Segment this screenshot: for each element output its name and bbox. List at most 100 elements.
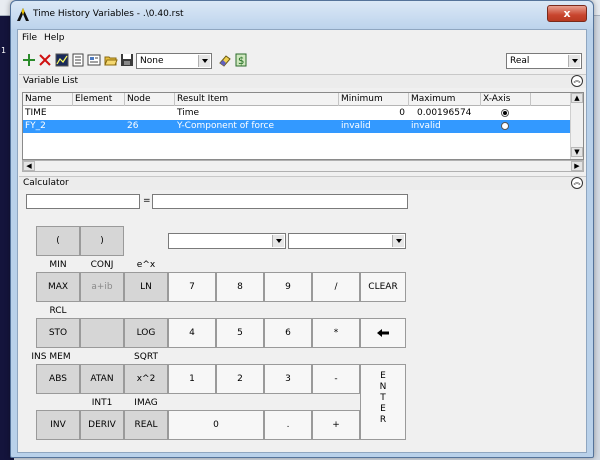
table-vertical-scrollbar[interactable]: ▲ ▼ <box>570 93 583 159</box>
enter-letter: N <box>379 382 387 392</box>
backspace-button[interactable] <box>360 318 406 348</box>
cell-minimum: invalid <box>341 121 371 131</box>
open-file-icon[interactable] <box>104 53 118 67</box>
add-variable-icon[interactable] <box>22 53 36 67</box>
chevron-down-icon <box>568 55 580 67</box>
enter-letter: R <box>379 415 387 425</box>
inv-button[interactable]: INV <box>36 410 80 440</box>
calculator-title: Calculator <box>23 178 69 188</box>
int1-label: INT1 <box>91 398 113 408</box>
list-data-icon[interactable] <box>71 53 85 67</box>
scroll-down-icon[interactable]: ▼ <box>571 147 583 157</box>
expression-input[interactable] <box>152 194 408 209</box>
digit-5-button[interactable]: 5 <box>216 318 264 348</box>
deriv-button[interactable]: DERIV <box>80 410 124 440</box>
column-header-name[interactable]: Name <box>23 93 73 106</box>
enter-letter: E <box>380 371 386 381</box>
column-header-result-item[interactable]: Result Item <box>175 93 339 106</box>
chevron-down-icon <box>198 55 210 67</box>
digit-2-button[interactable]: 2 <box>216 364 264 394</box>
digit-3-button[interactable]: 3 <box>264 364 312 394</box>
clear-eraser-icon[interactable] <box>218 53 232 67</box>
real-button[interactable]: REAL <box>124 410 168 440</box>
cell-result-item: Time <box>177 108 200 118</box>
scroll-up-icon[interactable]: ▲ <box>571 93 583 103</box>
result-name-input[interactable] <box>26 194 140 209</box>
open-paren-button[interactable]: ( <box>36 226 80 256</box>
blank-function-button[interactable] <box>80 318 124 348</box>
decimal-point-button[interactable]: . <box>264 410 312 440</box>
ins-mem-label: INS MEM <box>31 352 71 362</box>
variable-filter-select[interactable]: None <box>136 53 212 69</box>
cell-maximum: 0.00196574 <box>417 108 472 118</box>
digit-1-button[interactable]: 1 <box>168 364 216 394</box>
multiply-button[interactable]: * <box>312 318 360 348</box>
cell-name: FY_2 <box>25 121 46 131</box>
backspace-arrow-icon <box>377 328 389 337</box>
table-row-selected[interactable]: FY_2 26 Y-Component of force invalid inv… <box>23 120 571 133</box>
title-bar[interactable]: Time History Variables - .\0.40.rst x <box>11 1 593 29</box>
enter-letter: T <box>380 393 386 403</box>
divide-button[interactable]: / <box>312 272 360 302</box>
subtract-button[interactable]: - <box>312 364 360 394</box>
digit-7-button[interactable]: 7 <box>168 272 216 302</box>
digit-0-button[interactable]: 0 <box>168 410 264 440</box>
complex-mode-select[interactable]: Real <box>506 53 582 69</box>
cell-result-item: Y-Component of force <box>177 121 274 131</box>
x-axis-radio[interactable] <box>501 122 509 130</box>
min-label: MIN <box>49 260 67 270</box>
delete-variable-icon[interactable] <box>38 53 52 67</box>
menu-file[interactable]: File <box>22 33 37 43</box>
column-header-maximum[interactable]: Maximum <box>409 93 481 106</box>
scroll-left-icon[interactable]: ◀ <box>23 161 35 171</box>
rcl-label: RCL <box>49 306 67 316</box>
import-data-icon[interactable]: $ <box>234 53 248 67</box>
calc-variable-select[interactable] <box>168 233 286 249</box>
close-button[interactable]: x <box>547 5 587 22</box>
sto-button[interactable]: STO <box>36 318 80 348</box>
close-icon: x <box>563 7 571 20</box>
cell-minimum: 0 <box>399 108 405 118</box>
graph-data-icon[interactable] <box>55 53 69 67</box>
collapse-up-icon[interactable]: ︽ <box>571 75 583 87</box>
scroll-right-icon[interactable]: ▶ <box>571 161 583 171</box>
table-horizontal-scrollbar[interactable]: ◀ ▶ <box>22 160 584 172</box>
enter-button[interactable]: E N T E R <box>360 364 406 440</box>
abs-button[interactable]: ABS <box>36 364 80 394</box>
clear-button[interactable]: CLEAR <box>360 272 406 302</box>
digit-8-button[interactable]: 8 <box>216 272 264 302</box>
digit-9-button[interactable]: 9 <box>264 272 312 302</box>
save-icon[interactable] <box>120 53 134 67</box>
max-button[interactable]: MAX <box>36 272 80 302</box>
menu-help[interactable]: Help <box>44 33 65 43</box>
collapse-up-icon[interactable]: ︽ <box>571 177 583 189</box>
add-button[interactable]: + <box>312 410 360 440</box>
column-header-minimum[interactable]: Minimum <box>339 93 409 106</box>
chevron-down-icon <box>272 235 284 247</box>
menu-bar: File Help <box>18 30 586 48</box>
column-header-element[interactable]: Element <box>73 93 125 106</box>
complex-mode-value: Real <box>510 56 530 66</box>
window-client-area: File Help None $ Real Variable List ︽ Na… <box>17 29 587 453</box>
column-header-x-axis[interactable]: X-Axis <box>481 93 531 106</box>
column-header-node[interactable]: Node <box>125 93 175 106</box>
variable-filter-value: None <box>140 56 164 66</box>
ln-button[interactable]: LN <box>124 272 168 302</box>
digit-4-button[interactable]: 4 <box>168 318 216 348</box>
digit-6-button[interactable]: 6 <box>264 318 312 348</box>
equals-label: = <box>143 196 151 206</box>
x-axis-radio[interactable] <box>501 109 509 117</box>
table-row[interactable]: TIME Time 0 0.00196574 <box>23 107 571 120</box>
calc-function-select[interactable] <box>288 233 406 249</box>
close-paren-button[interactable]: ) <box>80 226 124 256</box>
chevron-down-icon <box>392 235 404 247</box>
properties-icon[interactable] <box>87 53 101 67</box>
ansys-logo-icon <box>17 8 29 21</box>
time-history-window: Time History Variables - .\0.40.rst x Fi… <box>10 0 594 458</box>
complex-a-ib-button[interactable]: a+ib <box>80 272 124 302</box>
window-title: Time History Variables - .\0.40.rst <box>33 9 184 19</box>
log-button[interactable]: LOG <box>124 318 168 348</box>
atan-button[interactable]: ATAN <box>80 364 124 394</box>
toolbar: None $ Real <box>18 50 586 72</box>
x-squared-button[interactable]: x^2 <box>124 364 168 394</box>
